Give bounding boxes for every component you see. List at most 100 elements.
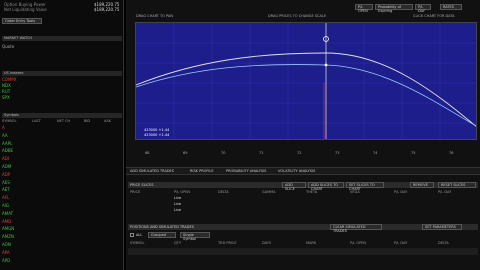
- col-ask: ASK: [104, 119, 111, 123]
- symbol-cell: AES: [2, 179, 10, 185]
- group-filter-select[interactable]: Grouped: [148, 232, 176, 238]
- index-symbol: SPX: [2, 95, 10, 100]
- net-liq-value: $189,220.75: [94, 7, 120, 12]
- x-tick-label: 73: [335, 151, 340, 155]
- symbol-row[interactable]: AMZN: [2, 234, 122, 239]
- symbol-cell: AAPL: [2, 140, 13, 146]
- account-summary: Option Buying Power $189,220.75 Net Liqui…: [2, 2, 122, 14]
- probability-selector[interactable]: Probability of Expiring: [375, 4, 413, 13]
- set-parameters-button[interactable]: SET PARAMETERS: [422, 224, 462, 230]
- position-col-header: QTY: [174, 241, 182, 245]
- position-row[interactable]: [128, 257, 478, 264]
- slice-col-header: THETA: [306, 190, 318, 194]
- slice-cell: Live: [174, 202, 182, 206]
- tab-volatility-analysis[interactable]: VOLATILITY ANALYSIS: [278, 169, 315, 175]
- index-row[interactable]: NDX: [2, 83, 122, 88]
- slice-row[interactable]: Live: [128, 202, 478, 207]
- symbol-cell: AMGN: [2, 226, 15, 232]
- x-tick-label: 68: [145, 151, 150, 155]
- symbol-list: A AA AAPL ADBE ADI ADM ADP AES AET AFL AIG AMAT AMD A…: [0, 125, 124, 270]
- order-entry-button[interactable]: Order Entry Tools: [2, 18, 42, 24]
- col-netch: NET CH: [57, 119, 71, 123]
- all-checkbox[interactable]: [130, 233, 134, 237]
- symbol-row[interactable]: AIG: [2, 203, 122, 208]
- pl-open-selector[interactable]: P/L OPEN: [355, 4, 373, 13]
- col-last: LAST: [32, 119, 41, 123]
- symbol-cell: AMAT: [2, 210, 14, 216]
- slice-col-header: P/L DAY: [394, 190, 408, 194]
- symbol-cell: ADI: [2, 156, 9, 162]
- slice-row[interactable]: Live: [128, 208, 478, 213]
- tab-probability-analysis[interactable]: PROBABILITY ANALYSIS: [226, 169, 266, 175]
- slice-col-header: GAMMA: [262, 190, 276, 194]
- symbol-row[interactable]: AAPL: [2, 141, 122, 146]
- net-liq-label: Net Liquidating Value: [4, 7, 47, 12]
- pl-day-selector[interactable]: P/L DAY: [415, 4, 431, 13]
- symbol-row[interactable]: ADI: [2, 156, 122, 161]
- position-col-header: MARK: [306, 241, 317, 245]
- index-symbol: COMPX: [2, 77, 17, 82]
- symbol-cell: APD: [2, 257, 11, 263]
- tab-add-simulated-trades[interactable]: ADD SIMULATED TRADES: [130, 169, 174, 175]
- index-symbol: RUT: [2, 89, 11, 94]
- symbol-row[interactable]: ADP: [2, 172, 122, 177]
- index-list: COMPX NDX RUT SPX: [0, 77, 124, 107]
- x-tick-label: 71: [259, 151, 264, 155]
- symbol-row[interactable]: AON: [2, 242, 122, 247]
- rates-button[interactable]: RATES: [440, 4, 462, 10]
- symbol-row[interactable]: AMD: [2, 219, 122, 224]
- current-point-marker: [324, 63, 328, 67]
- x-tick-label: 69: [183, 151, 188, 155]
- positions-title: POSITIONS AND SIMULATED TRADES: [130, 225, 194, 229]
- market-watch-header: MARKET WATCH: [2, 36, 122, 41]
- index-row[interactable]: COMPX: [2, 77, 122, 82]
- symbol-cell: AET: [2, 187, 10, 193]
- index-row[interactable]: RUT: [2, 89, 122, 94]
- analysis-tabbar: ADD SIMULATED TRADES RISK PROFILE PROBAB…: [126, 167, 480, 175]
- symbol-row[interactable]: AFL: [2, 195, 122, 200]
- symbol-cell: ADM: [2, 164, 12, 169]
- price-slices-title: PRICE SLICES: [130, 183, 154, 187]
- symbol-cell: AIG: [2, 203, 10, 208]
- symbol-row[interactable]: AET: [2, 187, 122, 192]
- x-tick-label: 72: [297, 151, 302, 155]
- symbol-row[interactable]: AMGN: [2, 226, 122, 231]
- set-slices-to-chart-button[interactable]: SET SLICES TO CHART: [346, 182, 384, 191]
- symbol-filter-select[interactable]: Single Symbol: [180, 232, 210, 241]
- position-col-header: TRD PRICE: [218, 241, 237, 245]
- risk-profile-chart[interactable]: 423000 +1.44 423000 +1.44: [135, 22, 477, 140]
- reset-slices-button[interactable]: RESET SLICES: [438, 182, 476, 188]
- positions-column-headers: SYMBOL QTY TRD PRICE DAYS MARK P/L OPEN P/L DA…: [128, 241, 478, 246]
- add-slices-to-chart-button[interactable]: ADD SLICES TO CHART: [308, 182, 344, 191]
- symbol-row[interactable]: A: [2, 125, 122, 130]
- symbol-cell: AMD: [2, 218, 12, 224]
- positions-table: [128, 248, 478, 268]
- position-row[interactable]: [128, 248, 478, 255]
- position-col-header: P/L OPEN: [350, 241, 367, 245]
- symbol-cell: AMZN: [2, 234, 14, 240]
- x-tick-label: 70: [221, 151, 226, 155]
- symbol-cell: AON: [2, 242, 11, 247]
- clear-simulated-trades-button[interactable]: CLEAR SIMULATED TRADES: [330, 224, 382, 233]
- x-tick-label: 74: [373, 151, 378, 155]
- symbol-row[interactable]: APD: [2, 258, 122, 263]
- slice-row[interactable]: Live: [128, 196, 478, 201]
- slice-cell: Live: [174, 196, 182, 200]
- position-col-header: DELTA: [438, 241, 449, 245]
- index-row[interactable]: SPX: [2, 95, 122, 100]
- symbol-row[interactable]: AA: [2, 133, 122, 138]
- click-chart-hint: CLICK CHART FOR DATA: [413, 14, 455, 18]
- symbol-row[interactable]: AMAT: [2, 211, 122, 216]
- symbol-row[interactable]: ADBE: [2, 148, 122, 153]
- risk-profile-svg[interactable]: [136, 23, 477, 140]
- symbols-column-headers: SYMBOL LAST NET CH BID ASK: [2, 119, 122, 124]
- remove-slice-button[interactable]: REMOVE: [410, 182, 434, 188]
- indexes-title: US Indexes: [2, 71, 122, 76]
- add-slice-button[interactable]: ADD SLICE: [282, 182, 306, 191]
- x-tick-label: 76: [449, 151, 454, 155]
- symbol-row[interactable]: APA: [2, 250, 122, 255]
- tab-risk-profile[interactable]: RISK PROFILE: [190, 169, 214, 175]
- symbol-row[interactable]: ADM: [2, 164, 122, 169]
- symbol-row[interactable]: AES: [2, 180, 122, 185]
- slice-col-header: P/L DAY: [438, 190, 452, 194]
